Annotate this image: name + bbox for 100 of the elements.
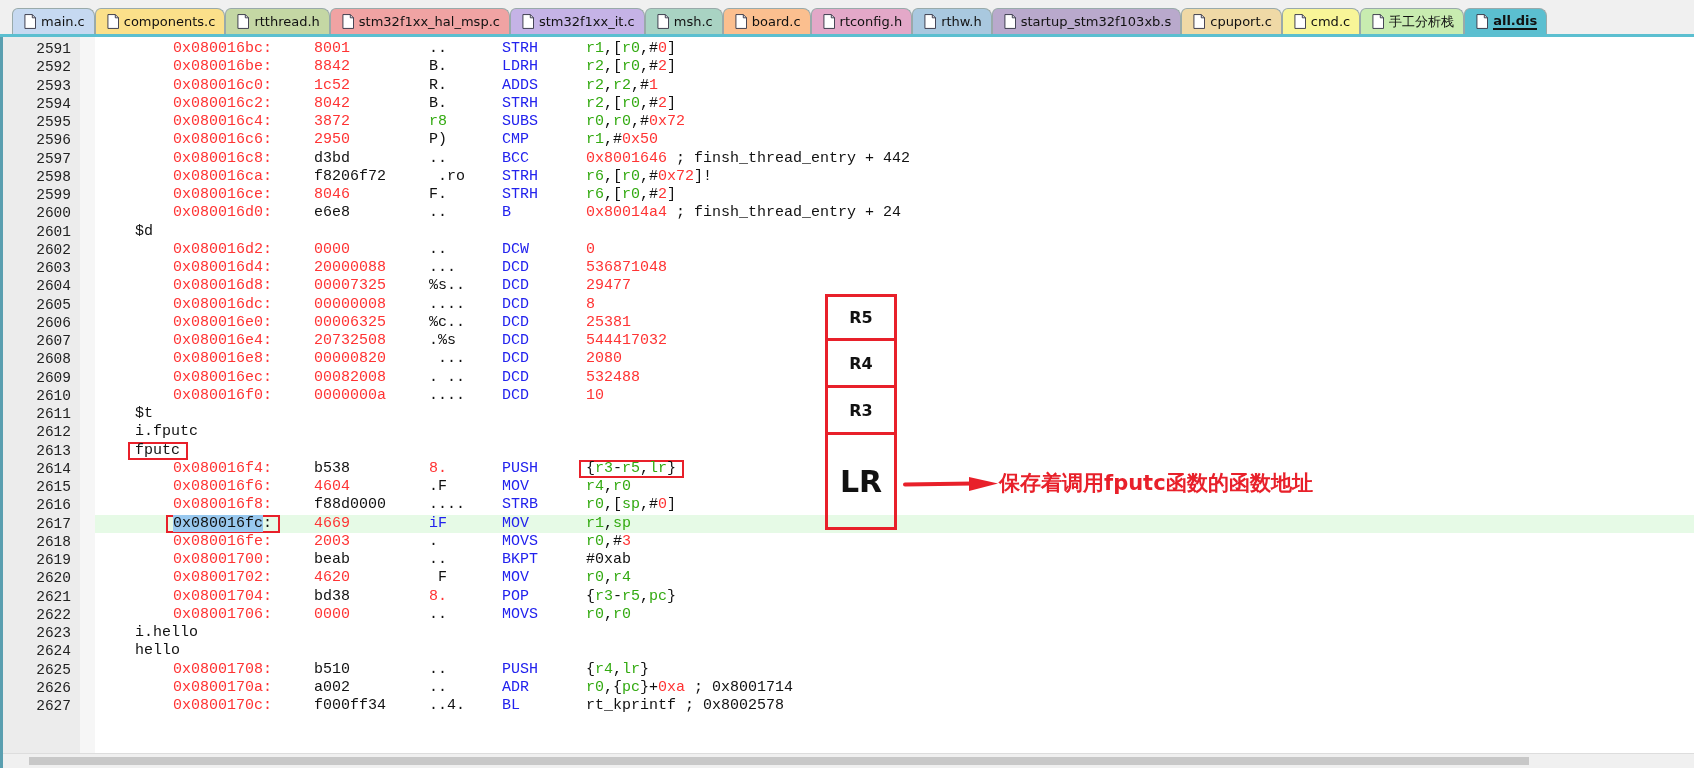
line-number: 2605: [35, 295, 72, 314]
instruction-mnemonic: DCD: [502, 386, 530, 405]
file-tab[interactable]: board.c: [722, 8, 811, 34]
line-number: 2597: [35, 149, 72, 168]
line-number: 2623: [35, 624, 72, 643]
instruction-mnemonic: POP: [502, 587, 530, 606]
line-number: 2609: [35, 368, 72, 387]
instruction-mnemonic: DCD: [502, 368, 530, 387]
document-icon: [1476, 14, 1489, 29]
line-number: 2626: [35, 678, 72, 697]
line-number: 2598: [35, 167, 72, 186]
opcode-hex: b510: [314, 660, 351, 679]
line-number: 2601: [35, 222, 72, 241]
opcode-hex: 00007325: [314, 277, 387, 296]
opcode-hex: f88d0000: [314, 496, 387, 515]
horizontal-scrollbar[interactable]: [3, 753, 1694, 768]
ascii-bytes: ..: [429, 240, 448, 259]
ascii-bytes: .: [429, 532, 439, 551]
code-address: 0x08001700:: [173, 551, 273, 570]
document-icon: [1003, 14, 1016, 29]
instruction-mnemonic: MOVS: [502, 532, 539, 551]
line-number: 2610: [35, 386, 72, 405]
document-icon: [1193, 14, 1206, 29]
opcode-hex: 4620: [314, 569, 351, 588]
instruction-mnemonic: LDRH: [502, 58, 539, 77]
code-address: 0x08001702:: [173, 569, 273, 588]
instruction-mnemonic: DCD: [502, 313, 530, 332]
instruction-operands: 0: [586, 240, 595, 259]
instruction-mnemonic: MOV: [502, 478, 530, 497]
ascii-bytes: %c..: [429, 313, 466, 332]
file-tab[interactable]: rtthread.h: [225, 8, 330, 34]
instruction-mnemonic: MOVS: [502, 605, 539, 624]
line-number: 2618: [35, 532, 72, 551]
instruction-operands: rt_kprintf ; 0x8002578: [586, 697, 785, 716]
line-number: 2603: [35, 259, 72, 278]
file-tab[interactable]: all.dis: [1464, 8, 1548, 34]
instruction-mnemonic: STRH: [502, 40, 539, 59]
line-number: 2625: [35, 660, 72, 679]
document-icon: [237, 14, 250, 29]
line-number: 2615: [35, 478, 72, 497]
file-tab[interactable]: startup_stm32f103xb.s: [991, 8, 1182, 34]
instruction-operands: 10: [586, 386, 604, 405]
line-number: 2592: [35, 58, 72, 77]
file-tab[interactable]: stm32f1xx_it.c: [509, 8, 645, 34]
opcode-hex: bd38: [314, 587, 351, 606]
line-number: 2613: [35, 441, 72, 460]
ascii-bytes: ..: [429, 204, 448, 223]
instruction-operands: #0xab: [586, 551, 631, 570]
instruction-operands: r4,r0: [586, 478, 632, 497]
file-tab[interactable]: components.c: [94, 8, 226, 34]
line-number: 2621: [35, 587, 72, 606]
instruction-operands: r2,[r0,#2]: [586, 94, 677, 113]
instruction-mnemonic: MOV: [502, 569, 530, 588]
opcode-hex: 00006325: [314, 313, 387, 332]
opcode-hex: 2950: [314, 131, 351, 150]
instruction-operands: r0,r0: [586, 605, 632, 624]
file-tab[interactable]: stm32f1xx_hal_msp.c: [329, 8, 510, 34]
file-tab[interactable]: 手工分析栈: [1360, 8, 1465, 34]
code-label: i.fputc: [135, 423, 198, 442]
line-number: 2602: [35, 240, 72, 259]
code-address: 0x080016e4:: [173, 332, 273, 351]
code-address: 0x080016f8:: [173, 496, 273, 515]
line-number: 2596: [35, 131, 72, 150]
file-tab[interactable]: msh.c: [644, 8, 723, 34]
line-number: 2600: [35, 204, 72, 223]
ascii-bytes: r8: [429, 113, 448, 132]
opcode-hex: 4604: [314, 478, 351, 497]
file-tab[interactable]: cpuport.c: [1181, 8, 1282, 34]
code-address: 0x080016f4:: [173, 459, 273, 478]
document-icon: [924, 14, 937, 29]
document-icon: [656, 14, 669, 29]
file-tab[interactable]: rtconfig.h: [810, 8, 913, 34]
opcode-hex: 4669: [314, 514, 351, 533]
line-number: 2620: [35, 569, 72, 588]
opcode-hex: b538: [314, 459, 351, 478]
instruction-mnemonic: DCD: [502, 277, 530, 296]
file-tab[interactable]: cmd.c: [1281, 8, 1361, 34]
opcode-hex: e6e8: [314, 204, 351, 223]
document-icon: [734, 14, 747, 29]
ascii-bytes: P): [429, 131, 448, 150]
ascii-bytes: ....: [429, 496, 466, 515]
code-address: 0x080016e0:: [173, 313, 273, 332]
code-address: 0x080016e8:: [173, 350, 273, 369]
file-tab[interactable]: rthw.h: [912, 8, 992, 34]
code-address: 0x080016d0:: [173, 204, 273, 223]
code-address: 0x08001706:: [173, 605, 273, 624]
instruction-mnemonic: PUSH: [502, 660, 539, 679]
code-address: 0x080016f6:: [173, 478, 273, 497]
code-label: fputc: [128, 441, 188, 460]
ascii-bytes: 8.: [429, 459, 448, 478]
instruction-operands: r0,r4: [586, 569, 632, 588]
file-tab[interactable]: main.c: [12, 8, 95, 34]
instruction-mnemonic: ADR: [502, 678, 530, 697]
code-address: 0x08001708:: [173, 660, 273, 679]
line-number: 2608: [35, 350, 72, 369]
instruction-operands: 8: [586, 295, 595, 314]
stack-slot: R3: [825, 388, 897, 435]
ascii-bytes: ..: [429, 605, 448, 624]
line-number: 2591: [35, 40, 72, 59]
instruction-mnemonic: DCD: [502, 295, 530, 314]
